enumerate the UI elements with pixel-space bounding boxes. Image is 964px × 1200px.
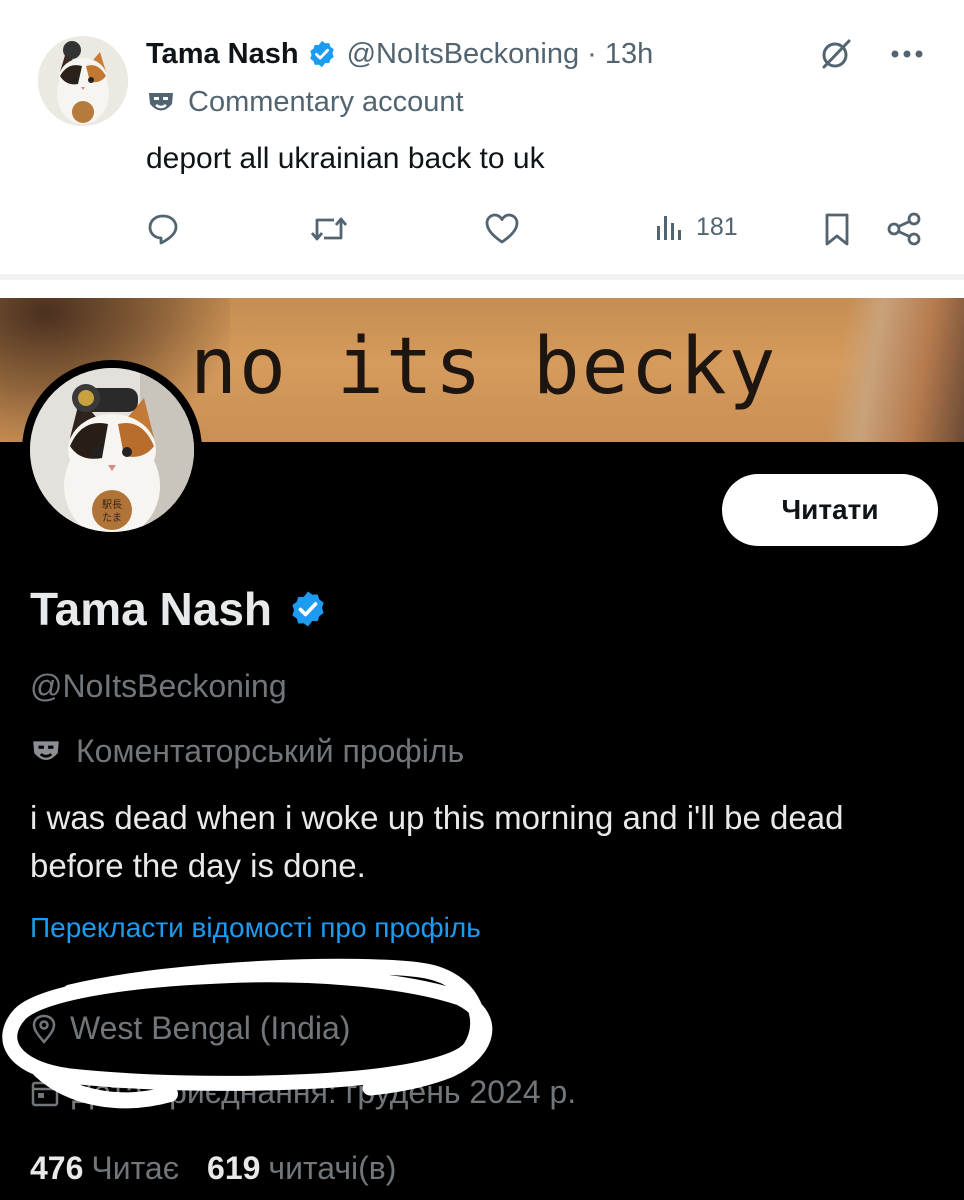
verified-badge-icon[interactable]	[288, 589, 328, 629]
location-text: West Bengal (India)	[70, 1010, 351, 1046]
reply-icon	[148, 214, 178, 245]
followers-link[interactable]: 619 читачі(в)	[207, 1150, 396, 1187]
tweet-action-bar: 181	[146, 212, 926, 256]
svg-text:駅長: 駅長	[102, 499, 122, 511]
banner-tattoo-text: no its becky	[190, 322, 778, 412]
grok-icon[interactable]	[818, 36, 854, 72]
like-icon	[485, 213, 519, 244]
bookmark-button[interactable]	[822, 212, 852, 248]
tweet-card[interactable]: Tama Nash @NoItsBeckoning · 13h Commenta…	[0, 0, 964, 280]
calendar-icon	[31, 1081, 59, 1106]
followers-count: 619	[207, 1150, 261, 1186]
retweet-button[interactable]	[310, 212, 348, 246]
profile-join-date: Дата приєднання: грудень 2024 р.	[30, 1074, 576, 1111]
profile-avatar[interactable]: 駅長 たま	[30, 368, 194, 532]
tweet-commentary-label: Commentary account	[146, 86, 464, 119]
commentary-label-icon	[149, 92, 173, 110]
tweet-avatar[interactable]	[38, 36, 128, 126]
profile-follow-stats: 476 Читає 619 читачі(в)	[30, 1150, 396, 1187]
share-icon	[887, 212, 921, 246]
profile-bio: i was dead when i woke up this morning a…	[30, 799, 844, 884]
profile-name-row: Tama Nash	[30, 582, 328, 636]
following-link[interactable]: 476 Читає	[30, 1150, 179, 1187]
following-label: Читає	[91, 1150, 180, 1186]
following-count: 476	[30, 1150, 84, 1186]
share-button[interactable]	[886, 212, 922, 246]
tweet-handle[interactable]: @NoItsBeckoning	[347, 38, 580, 71]
tweet-top-actions	[818, 34, 924, 74]
bookmark-icon	[825, 213, 849, 246]
views-icon	[657, 216, 681, 240]
views-button[interactable]: 181	[654, 212, 738, 242]
profile-label-text: Коментаторський профіль	[76, 733, 465, 769]
svg-text:たま: たま	[102, 512, 122, 524]
tweet-author-name[interactable]: Tama Nash	[146, 38, 299, 71]
profile-commentary-label[interactable]: Коментаторський профіль	[30, 733, 464, 770]
profile-card: no its becky 駅長 たま Читати Tama Nash @NoI…	[0, 298, 964, 1200]
profile-location: West Bengal (India)	[30, 1010, 350, 1047]
profile-handle: @NoItsBeckoning	[30, 668, 287, 704]
join-date-text: Дата приєднання: грудень 2024 р.	[72, 1074, 577, 1110]
tweet-header: Tama Nash @NoItsBeckoning · 13h	[146, 34, 653, 74]
commentary-label-text: Commentary account	[188, 86, 464, 118]
retweet-icon	[310, 217, 348, 241]
commentary-label-icon	[33, 740, 59, 760]
location-pin-icon	[32, 1014, 56, 1044]
like-button[interactable]	[484, 212, 520, 246]
follow-button[interactable]: Читати	[722, 474, 938, 546]
views-count: 181	[696, 212, 738, 241]
tweet-text: deport all ukrainian back to uk	[146, 142, 545, 175]
more-icon[interactable]	[890, 49, 924, 59]
followers-label: читачі(в)	[268, 1150, 397, 1186]
translate-bio-link[interactable]: Перекласти відомості про профіль	[30, 912, 481, 944]
tweet-time[interactable]: 13h	[605, 38, 653, 71]
reply-button[interactable]	[146, 212, 180, 246]
verified-badge-icon	[309, 40, 334, 68]
banner-shadow-right	[814, 298, 964, 442]
profile-name: Tama Nash	[30, 583, 273, 635]
tweet-separator: ·	[587, 37, 597, 70]
